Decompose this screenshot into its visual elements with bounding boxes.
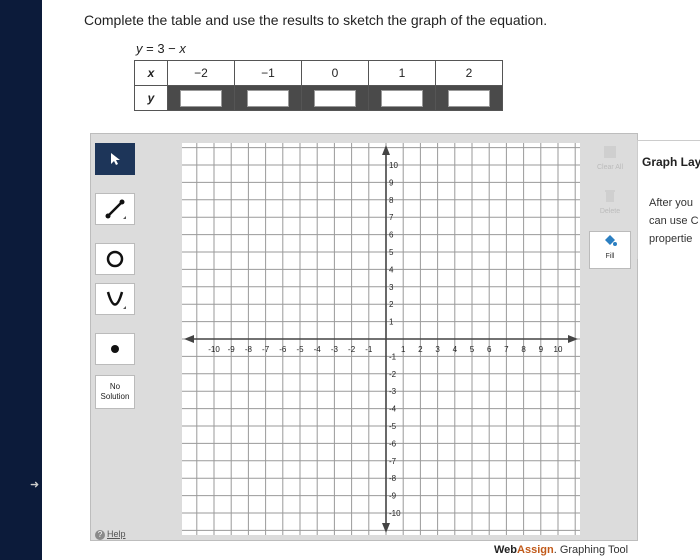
paint-bucket-icon	[605, 235, 617, 246]
xy-table: x −2 −1 0 1 2 y	[134, 60, 503, 111]
parabola-icon	[106, 291, 126, 309]
y-cell	[301, 85, 369, 111]
x-tick-label: -7	[262, 345, 270, 354]
x-header: x	[134, 60, 168, 86]
circle-tool[interactable]	[95, 243, 135, 275]
x-value-cell: −2	[167, 60, 235, 86]
y-input-4[interactable]	[381, 89, 423, 107]
x-tick-label: 3	[435, 345, 440, 354]
pointer-icon	[111, 153, 120, 165]
x-tick-label: 10	[554, 345, 563, 354]
y-tick-label: -6	[389, 439, 397, 448]
y-header: y	[134, 85, 168, 111]
y-tick-label: 3	[389, 283, 394, 292]
line-tool[interactable]	[95, 193, 135, 225]
y-cell	[368, 85, 436, 111]
y-tick-label: 8	[389, 196, 394, 205]
y-cell	[234, 85, 302, 111]
y-tick-label: 1	[389, 318, 394, 327]
y-input-3[interactable]	[314, 89, 356, 107]
y-tick-label: 5	[389, 248, 394, 257]
x-tick-label: -10	[208, 345, 220, 354]
graph-layers-title: Graph Lay	[642, 155, 700, 169]
x-value-cell: 2	[435, 60, 503, 86]
y-tick-label: -8	[389, 474, 397, 483]
point-tool[interactable]	[95, 333, 135, 365]
parabola-tool[interactable]	[95, 283, 135, 315]
x-tick-label: 6	[487, 345, 492, 354]
no-solution-button[interactable]: No Solution	[95, 375, 135, 409]
delete-button[interactable]: Delete	[589, 189, 631, 227]
x-value-cell: 1	[368, 60, 436, 86]
x-tick-label: -4	[314, 345, 322, 354]
webassign-brand: WebAssign. Graphing Tool	[494, 544, 629, 556]
x-tick-label: -6	[279, 345, 287, 354]
question-instruction: Complete the table and use the results t…	[84, 12, 548, 28]
y-tick-label: 4	[389, 265, 394, 274]
trash-icon	[605, 190, 615, 202]
y-tick-label: 6	[389, 231, 394, 240]
x-tick-label: -9	[228, 345, 236, 354]
y-tick-label: -3	[389, 387, 397, 396]
equation: y = 3 − x	[136, 41, 186, 56]
clear-all-button[interactable]: Clear All	[589, 145, 631, 183]
y-tick-label: 9	[389, 178, 394, 187]
y-tick-label: -5	[389, 422, 397, 431]
point-icon	[111, 345, 119, 353]
circle-icon	[106, 250, 124, 268]
y-input-2[interactable]	[247, 89, 289, 107]
y-cell	[167, 85, 235, 111]
x-tick-label: 5	[470, 345, 475, 354]
y-row: y	[134, 85, 503, 111]
y-input-1[interactable]	[180, 89, 222, 107]
coordinate-plane[interactable]: -10 -9 -8 -7 -6 -5 -4 -3 -2 -1 1 2 3 4 5 6 7 8 9 10 10 9 8 7 6 5…	[182, 143, 580, 535]
x-row: x −2 −1 0 1 2	[134, 60, 503, 86]
x-value-cell: −1	[234, 60, 302, 86]
help-icon: ?	[95, 530, 105, 540]
x-tick-label: -3	[331, 345, 339, 354]
help-link[interactable]: ? Help	[95, 529, 126, 540]
x-tick-label: 1	[401, 345, 406, 354]
window-left-bar: ➜	[0, 0, 42, 560]
x-value-cell: 0	[301, 60, 369, 86]
y-tick-label: -7	[389, 457, 397, 466]
x-tick-label: 4	[453, 345, 458, 354]
y-tick-label: -2	[389, 370, 397, 379]
y-tick-label: -9	[389, 492, 397, 501]
y-tick-label: -4	[389, 405, 397, 414]
x-tick-label: 8	[521, 345, 526, 354]
line-icon	[105, 199, 126, 219]
pointer-tool[interactable]	[95, 143, 135, 175]
graph-layers-panel: Graph Lay After you can use C propertie	[637, 140, 700, 259]
x-tick-label: 7	[504, 345, 509, 354]
cursor-arrow-icon: ➜	[30, 479, 40, 491]
x-tick-label: 2	[418, 345, 423, 354]
y-input-5[interactable]	[448, 89, 490, 107]
x-tick-label: -5	[296, 345, 304, 354]
x-tick-label: -8	[245, 345, 253, 354]
y-cell	[435, 85, 503, 111]
graph-layers-text: After you can use C propertie	[649, 197, 699, 245]
y-tick-label: 2	[389, 300, 394, 309]
x-tick-label: 9	[539, 345, 544, 354]
x-tick-label: -2	[348, 345, 356, 354]
y-tick-label: 7	[389, 213, 394, 222]
x-tick-label: -1	[365, 345, 373, 354]
y-tick-label: 10	[389, 161, 398, 170]
clear-all-icon	[604, 146, 616, 158]
y-tick-label: -1	[389, 352, 397, 361]
y-tick-label: -10	[389, 509, 401, 518]
fill-button[interactable]: Fill	[589, 231, 631, 269]
